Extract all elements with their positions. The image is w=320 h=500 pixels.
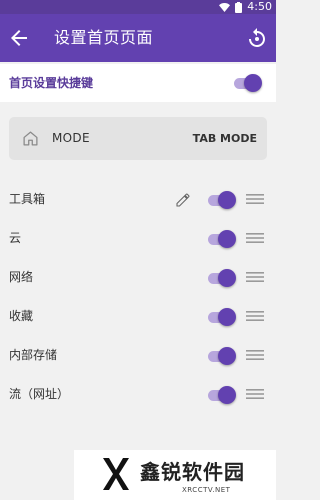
list-item-label: 流（网址） bbox=[9, 387, 70, 401]
arrow-back-icon[interactable] bbox=[7, 26, 31, 50]
status-bar: 4:50 bbox=[0, 0, 276, 14]
master-toggle-label: 首页设置快捷键 bbox=[9, 76, 94, 90]
switch-thumb bbox=[218, 230, 236, 248]
pencil-icon[interactable] bbox=[175, 192, 191, 208]
list-item-label: 内部存储 bbox=[9, 348, 58, 362]
drag-handle-icon[interactable] bbox=[246, 192, 264, 206]
watermark: 鑫锐软件园 XRCCTV.NET bbox=[74, 450, 276, 500]
item-toggle[interactable] bbox=[206, 385, 236, 405]
status-icons: 4:50 bbox=[219, 0, 272, 14]
watermark-logo-icon bbox=[103, 458, 129, 490]
item-toggle[interactable] bbox=[206, 190, 236, 210]
drag-handle-icon[interactable] bbox=[246, 309, 264, 323]
battery-icon bbox=[235, 1, 243, 13]
reset-icon[interactable] bbox=[245, 26, 269, 50]
app-bar: 设置首页页面 bbox=[0, 14, 276, 62]
drag-handle-icon[interactable] bbox=[246, 387, 264, 401]
list-item-label: 网络 bbox=[9, 270, 34, 284]
wifi-icon bbox=[219, 2, 231, 12]
switch-thumb bbox=[218, 386, 236, 404]
switch-thumb bbox=[218, 269, 236, 287]
drag-handle-icon[interactable] bbox=[246, 348, 264, 362]
home-icon bbox=[23, 131, 38, 146]
mode-label: MODE bbox=[52, 131, 90, 145]
item-toggle[interactable] bbox=[206, 268, 236, 288]
master-toggle-switch[interactable] bbox=[232, 73, 262, 93]
list-item[interactable]: 收藏 bbox=[0, 297, 276, 336]
status-time: 4:50 bbox=[247, 0, 272, 13]
mode-card[interactable]: MODE TAB MODE bbox=[9, 117, 267, 160]
switch-thumb bbox=[218, 347, 236, 365]
watermark-site: XRCCTV.NET bbox=[182, 486, 231, 494]
item-toggle[interactable] bbox=[206, 307, 236, 327]
item-toggle[interactable] bbox=[206, 229, 236, 249]
switch-thumb bbox=[244, 74, 262, 92]
list-item[interactable]: 流（网址） bbox=[0, 375, 276, 414]
item-toggle[interactable] bbox=[206, 346, 236, 366]
page-title: 设置首页页面 bbox=[54, 28, 154, 47]
list-item[interactable]: 云 bbox=[0, 219, 276, 258]
master-toggle-row[interactable]: 首页设置快捷键 bbox=[0, 64, 276, 102]
list-item-label: 工具箱 bbox=[9, 192, 46, 206]
drag-handle-icon[interactable] bbox=[246, 231, 264, 245]
drag-handle-icon[interactable] bbox=[246, 270, 264, 284]
mode-value[interactable]: TAB MODE bbox=[193, 117, 257, 160]
watermark-brand: 鑫锐软件园 bbox=[140, 460, 245, 484]
list-item[interactable]: 网络 bbox=[0, 258, 276, 297]
list-item[interactable]: 内部存储 bbox=[0, 336, 276, 375]
switch-thumb bbox=[218, 308, 236, 326]
list-item-label: 云 bbox=[9, 231, 22, 245]
list-item[interactable]: 工具箱 bbox=[0, 180, 276, 219]
switch-thumb bbox=[218, 191, 236, 209]
list-item-label: 收藏 bbox=[9, 309, 34, 323]
